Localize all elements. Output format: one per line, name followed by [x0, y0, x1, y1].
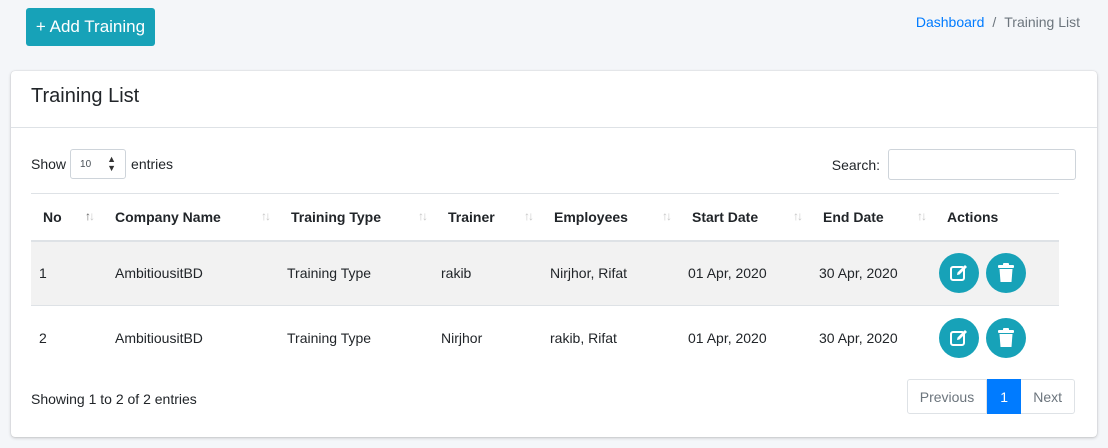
entries-label: entries — [131, 156, 174, 172]
search-input[interactable] — [888, 149, 1076, 180]
sort-arrows-icon: ↑↓ — [662, 209, 672, 223]
sort-arrows-icon: ↑↓ — [793, 209, 803, 223]
length-control: Show 10 ▲ ▼ entries — [31, 149, 173, 179]
column-header-trainer[interactable]: Trainer ↑↓ — [436, 193, 542, 242]
cell-actions — [935, 305, 1059, 371]
card-header: Training List — [11, 71, 1097, 128]
training-table: No ↑↓ Company Name ↑↓ Training Type ↑↓ Trai… — [31, 193, 1059, 371]
cell-trainer: rakib — [436, 240, 542, 306]
pagination: Previous 1 Next — [906, 379, 1075, 414]
pagination-previous[interactable]: Previous — [906, 379, 988, 414]
breadcrumb-separator: / — [992, 14, 997, 30]
table-info: Showing 1 to 2 of 2 entries — [31, 391, 197, 407]
table-row: 2 AmbitiousitBD Training Type Nirjhor ra… — [31, 305, 1059, 371]
delete-button[interactable] — [985, 318, 1026, 359]
entries-select[interactable]: 10 ▲ ▼ — [70, 149, 127, 179]
column-header-employees[interactable]: Employees ↑↓ — [542, 193, 680, 242]
edit-icon — [950, 330, 967, 347]
cell-employees: rakib, Rifat — [542, 305, 680, 371]
cell-company: AmbitiousitBD — [103, 305, 279, 371]
sort-arrows-icon: ↑↓ — [85, 209, 95, 223]
edit-icon — [950, 265, 967, 282]
cell-trainer: Nirjhor — [436, 305, 542, 371]
sort-arrows-icon: ↑↓ — [261, 209, 271, 223]
cell-actions — [935, 240, 1059, 306]
pagination-page-1[interactable]: 1 — [987, 379, 1022, 414]
cell-end-date: 30 Apr, 2020 — [811, 240, 935, 306]
search-control: Search: — [832, 149, 1076, 180]
cell-training-type: Training Type — [279, 305, 436, 371]
trash-icon — [997, 328, 1014, 348]
cell-no: 1 — [31, 240, 103, 306]
training-table-wrap: No ↑↓ Company Name ↑↓ Training Type ↑↓ Trai… — [31, 193, 1059, 371]
edit-button[interactable] — [939, 253, 979, 294]
cell-no: 2 — [31, 305, 103, 371]
add-training-button[interactable]: + Add Training — [26, 8, 155, 46]
training-list-card: Training List Show 10 ▲ ▼ entries Search:… — [11, 71, 1097, 437]
sort-arrows-icon: ↑↓ — [418, 209, 428, 223]
delete-button[interactable] — [985, 253, 1026, 294]
column-header-training-type[interactable]: Training Type ↑↓ — [279, 193, 436, 242]
trash-icon — [997, 263, 1014, 283]
search-label: Search: — [831, 156, 880, 173]
column-header-company[interactable]: Company Name ↑↓ — [103, 193, 279, 242]
cell-company: AmbitiousitBD — [103, 240, 279, 306]
cell-training-type: Training Type — [279, 240, 436, 306]
show-label: Show — [31, 156, 67, 172]
column-header-start-date[interactable]: Start Date ↑↓ — [680, 193, 811, 242]
card-title: Training List — [31, 85, 140, 107]
column-header-end-date[interactable]: End Date ↑↓ — [811, 193, 935, 242]
sort-arrows-icon: ↑↓ — [917, 209, 927, 223]
column-header-actions: Actions — [935, 193, 1059, 242]
breadcrumb: Dashboard / Training List — [916, 14, 1080, 30]
sort-arrows-icon: ↑↓ — [524, 209, 534, 223]
select-caret-icon: ▲ ▼ — [107, 154, 117, 173]
cell-start-date: 01 Apr, 2020 — [680, 305, 811, 371]
breadcrumb-dashboard-link[interactable]: Dashboard — [916, 14, 985, 30]
table-row: 1 AmbitiousitBD Training Type rakib Nirj… — [31, 240, 1059, 306]
pagination-next[interactable]: Next — [1021, 379, 1075, 414]
table-header-row: No ↑↓ Company Name ↑↓ Training Type ↑↓ Trai… — [31, 193, 1059, 242]
column-header-no[interactable]: No ↑↓ — [31, 193, 103, 242]
cell-employees: Nirjhor, Rifat — [542, 240, 680, 306]
cell-start-date: 01 Apr, 2020 — [680, 240, 811, 306]
edit-button[interactable] — [939, 318, 979, 359]
breadcrumb-current: Training List — [1004, 14, 1080, 30]
cell-end-date: 30 Apr, 2020 — [811, 305, 935, 371]
entries-select-value: 10 — [80, 158, 92, 170]
